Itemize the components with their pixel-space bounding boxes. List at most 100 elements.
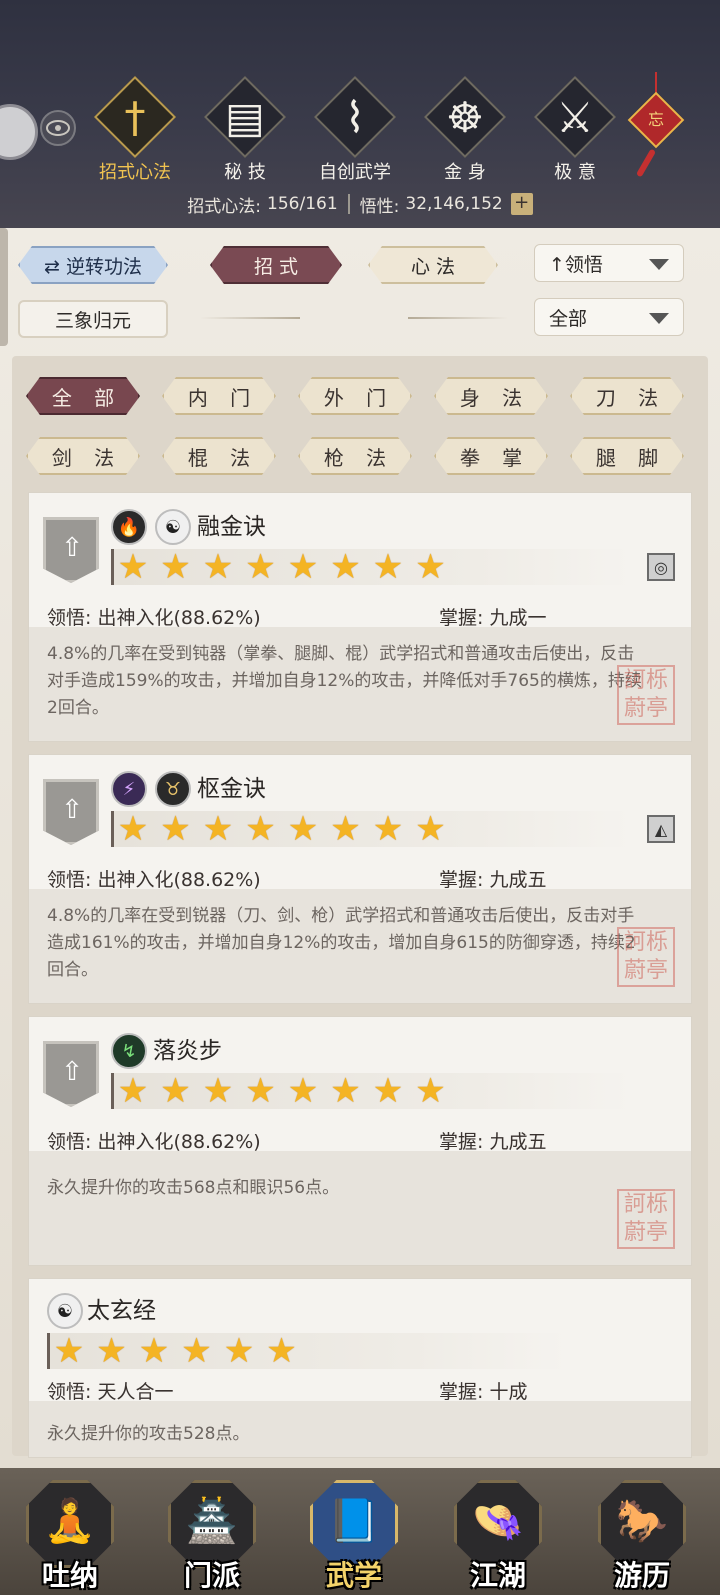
divider-ornament <box>408 317 508 319</box>
skill-card[interactable]: ⇧ 🔥 ☯ 融金诀 ★ ★ ★ ★ ★ ★ ★ ★ ◎ 领悟: 出神入化(88.62%) 掌握… <box>28 492 692 742</box>
bottom-nav-label: 吐纳 <box>41 1559 98 1592</box>
seal-stamp: 訶栎蔚亭 <box>617 665 675 725</box>
skill-card[interactable]: ⇧ ⚡ ♉ 枢金诀 ★ ★ ★ ★ ★ ★ ★ ★ ◭ 领悟: 出神入化(88.62%) 掌握… <box>28 754 692 1004</box>
insight-value: 32,146,152 <box>405 194 503 214</box>
star-icon: ★ <box>415 1071 446 1111</box>
tab-moves[interactable]: 招 式 <box>210 246 342 284</box>
eye-icon[interactable] <box>40 110 76 146</box>
insight-text: 领悟: 天人合一 <box>47 1381 174 1403</box>
nav-label: 金 身 <box>444 162 486 183</box>
horse-icon: 🐎 <box>615 1496 669 1545</box>
filter-fist-palm[interactable]: 拳 掌 <box>434 437 548 475</box>
bottom-nav-travel[interactable]: 🐎 游历 <box>594 1474 690 1592</box>
star-icon: ★ <box>53 1331 85 1371</box>
nav-tab-golden-body[interactable]: ☸ 金 身 <box>420 75 510 186</box>
skill-title: 枢金诀 <box>197 776 266 802</box>
sect-banner-icon: 🏯 <box>185 1496 239 1545</box>
stat-bar: 招式心法: 156/161 悟性: 32,146,152 + <box>0 190 720 218</box>
triple-return-button[interactable]: 三象归元 <box>18 300 168 338</box>
bottom-nav-label: 武学 <box>325 1559 382 1592</box>
filter-staff[interactable]: 棍 法 <box>162 437 276 475</box>
knot-label: 忘 <box>647 110 664 129</box>
fire-icon: 🔥 <box>111 509 147 545</box>
insight-text: 领悟: 出神入化(88.62%) <box>47 607 261 629</box>
skill-description: 4.8%的几率在受到锐器（刀、剑、枪）武学招式和普通攻击后使出，反击对手造成16… <box>47 906 636 980</box>
nav-label: 秘 技 <box>224 162 266 183</box>
straw-hat-icon: 👒 <box>471 1496 525 1545</box>
bottom-nav-label: 游历 <box>613 1559 670 1592</box>
star-icon: ★ <box>372 547 404 587</box>
star-icon: ★ <box>372 809 404 849</box>
tab-mind-method[interactable]: 心 法 <box>368 246 498 284</box>
star-icon: ★ <box>330 1071 361 1111</box>
star-icon: ★ <box>202 809 234 849</box>
divider-ornament <box>200 317 300 319</box>
skill-title: 融金诀 <box>197 514 266 540</box>
nav-tab-moves[interactable]: † 招式心法 <box>90 75 180 186</box>
filter-leg-foot[interactable]: 腿 脚 <box>570 437 684 475</box>
mastery-text: 掌握: 九成一 <box>439 607 547 629</box>
filter-spear[interactable]: 枪 法 <box>298 437 412 475</box>
star-icon: ★ <box>117 1071 149 1111</box>
monk-icon: 🧘 <box>43 1496 97 1545</box>
star-icon: ★ <box>330 547 361 587</box>
mastery-text: 掌握: 十成 <box>439 1381 528 1403</box>
star-rating: ★ ★ ★ ★ ★ ★ ★ ★ <box>111 549 631 585</box>
filter-all[interactable]: 全 部 <box>26 377 140 415</box>
yin-yang-icon: ☯ <box>155 509 191 545</box>
bottom-nav-jianghu[interactable]: 👒 江湖 <box>450 1474 546 1592</box>
upgrade-arrow-icon: ⇧ <box>61 533 83 563</box>
star-icon: ★ <box>117 547 149 587</box>
star-icon: ★ <box>223 1331 255 1371</box>
star-icon: ★ <box>415 809 446 849</box>
star-icon: ★ <box>245 1071 276 1111</box>
skill-card[interactable]: ☯ 太玄经 ★ ★ ★ ★ ★ ★ 领悟: 天人合一 掌握: 十成 永久提升你的攻击528… <box>28 1278 692 1458</box>
bottom-nav-breathing[interactable]: 🧘 吐纳 <box>22 1474 118 1592</box>
bull-icon: ♉ <box>155 771 191 807</box>
bottom-nav-sect[interactable]: 🏯 门派 <box>164 1474 260 1592</box>
skill-description: 永久提升你的攻击528点。 <box>47 1424 250 1444</box>
crystal-icon[interactable]: ◭ <box>647 815 675 843</box>
star-icon: ★ <box>138 1331 170 1371</box>
chevron-down-icon <box>649 313 669 324</box>
moves-value: 156/161 <box>267 194 338 214</box>
yin-yang-icon: ☯ <box>47 1293 83 1329</box>
nav-tab-ultimate[interactable]: ⚔ 极 意 <box>530 75 620 186</box>
insight-text: 领悟: 出神入化(88.62%) <box>47 869 261 891</box>
filter-outer-sect[interactable]: 外 门 <box>298 377 412 415</box>
mastery-text: 掌握: 九成五 <box>439 869 547 891</box>
star-icon: ★ <box>287 809 319 849</box>
sort-dropdown[interactable]: ↑领悟 <box>534 244 684 282</box>
star-rating: ★ ★ ★ ★ ★ ★ ★ ★ <box>111 811 631 847</box>
filter-blade[interactable]: 刀 法 <box>570 377 684 415</box>
star-icon: ★ <box>245 809 276 849</box>
nav-tab-secret-skill[interactable]: ▤ 秘 技 <box>200 75 290 186</box>
sword-icon: † <box>124 93 146 142</box>
skill-card[interactable]: ⇧ ↯ 落炎步 ★ ★ ★ ★ ★ ★ ★ ★ 领悟: 出神入化(88.62%) 掌握: 九成… <box>28 1016 692 1266</box>
add-insight-button[interactable]: + <box>510 193 533 215</box>
lightning-icon: ⚡ <box>111 771 147 807</box>
martial-book-icon: 📘 <box>327 1496 381 1545</box>
nav-tab-custom-martial[interactable]: ⌇ 自创武学 <box>310 75 400 186</box>
book-icon: ▤ <box>225 93 265 142</box>
category-dropdown[interactable]: 全部 <box>534 298 684 336</box>
filter-inner-sect[interactable]: 内 门 <box>162 377 276 415</box>
meditation-icon: ☸ <box>446 93 484 142</box>
filter-movement[interactable]: 身 法 <box>434 377 548 415</box>
star-icon: ★ <box>330 809 361 849</box>
target-icon[interactable]: ◎ <box>647 553 675 581</box>
star-icon: ★ <box>96 1331 127 1371</box>
chevron-down-icon <box>649 259 669 270</box>
bottom-nav-martial[interactable]: 📘 武学 <box>306 1474 402 1592</box>
reverse-technique-button[interactable]: ⇄ 逆转功法 <box>18 246 168 284</box>
filter-sword[interactable]: 剑 法 <box>26 437 140 475</box>
side-tab-handle[interactable] <box>0 228 8 346</box>
star-rating: ★ ★ ★ ★ ★ ★ ★ ★ <box>111 1073 631 1109</box>
bottom-nav-label: 江湖 <box>469 1559 526 1592</box>
insight-label: 悟性: <box>359 196 400 217</box>
star-icon: ★ <box>202 1071 234 1111</box>
martial-pose-icon: ⚔ <box>556 93 594 142</box>
nav-label: 极 意 <box>554 162 596 183</box>
skill-title: 落炎步 <box>153 1038 222 1064</box>
star-icon: ★ <box>202 547 234 587</box>
